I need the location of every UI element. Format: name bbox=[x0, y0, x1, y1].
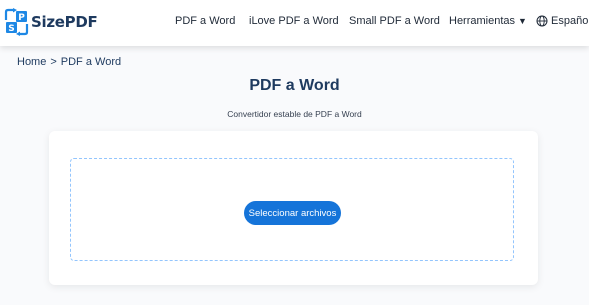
breadcrumb-home-link[interactable]: Home bbox=[17, 56, 46, 68]
breadcrumb-current-link[interactable]: PDF a Word bbox=[61, 56, 121, 68]
caret-down-icon: ▼ bbox=[518, 16, 527, 26]
file-dropzone[interactable]: Seleccionar archivos bbox=[70, 158, 514, 261]
page-title: PDF a Word bbox=[249, 77, 340, 94]
breadcrumb-separator: > bbox=[50, 56, 57, 68]
main-nav: PDF a Word iLove PDF a Word Small PDF a … bbox=[0, 0, 589, 46]
nav-item-pdf-a-word[interactable]: PDF a Word bbox=[175, 15, 235, 27]
breadcrumb: Home > PDF a Word bbox=[17, 56, 121, 68]
nav-item-herramientas[interactable]: Herramientas ▼ bbox=[449, 15, 527, 27]
herramientas-label: Herramientas bbox=[449, 15, 516, 27]
language-selector[interactable]: Español bbox=[536, 15, 589, 27]
nav-item-ilove-pdf-a-word[interactable]: iLove PDF a Word bbox=[249, 15, 339, 27]
page-subtitle: Convertidor estable de PDF a Word bbox=[227, 109, 362, 119]
globe-icon bbox=[536, 15, 548, 27]
site-header: P S SizePDF PDF a Word iLove PDF a Word … bbox=[0, 0, 589, 46]
upload-card: Seleccionar archivos bbox=[49, 131, 538, 285]
language-label: Español bbox=[551, 15, 589, 27]
select-files-button[interactable]: Seleccionar archivos bbox=[244, 201, 341, 225]
nav-item-small-pdf-a-word[interactable]: Small PDF a Word bbox=[349, 15, 440, 27]
